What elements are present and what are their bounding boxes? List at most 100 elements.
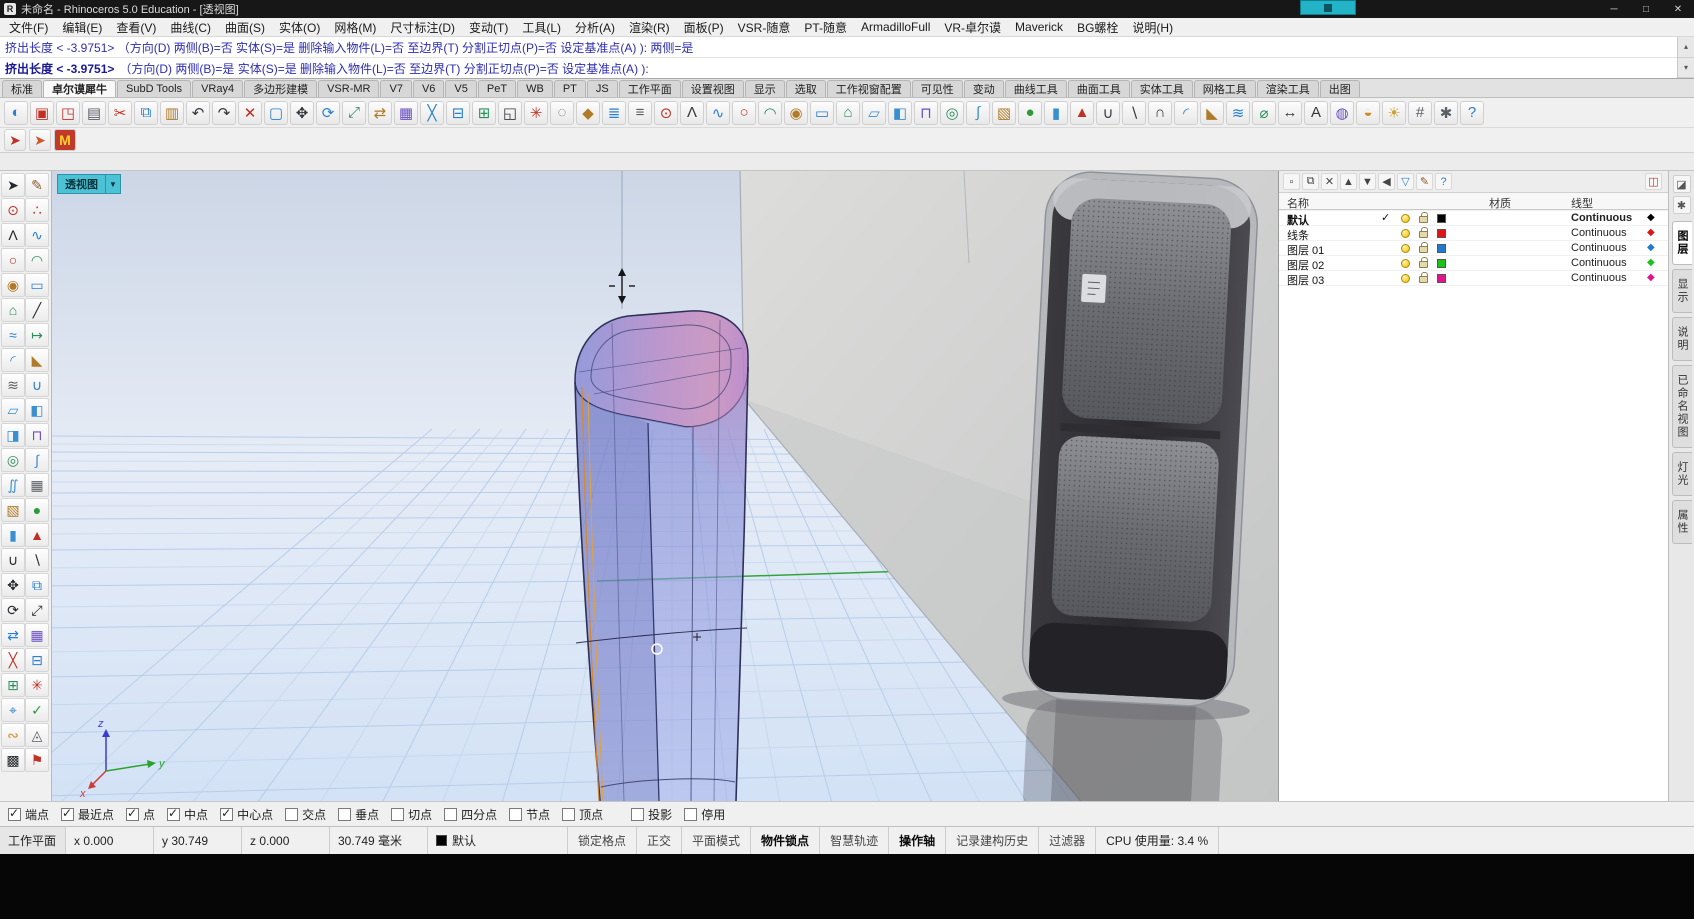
menu-item[interactable]: 实体(O) — [272, 18, 327, 37]
export-icon[interactable]: ◳ — [56, 100, 80, 125]
mirror-icon[interactable]: ⇄ — [368, 100, 392, 125]
current-layer-chip[interactable]: 默认 — [428, 827, 568, 854]
toolbar-tab[interactable]: 出图 — [1319, 80, 1360, 97]
array-icon[interactable]: ▦ — [394, 100, 418, 125]
toolbar-tab[interactable]: V7 — [380, 80, 412, 97]
boolean-union-icon[interactable]: ∪ — [1, 548, 25, 572]
undo-icon[interactable]: ↶ — [186, 100, 210, 125]
vsr-pointer-icon[interactable]: ➤ — [4, 129, 26, 151]
status-toggle[interactable]: 记录建构历史 — [946, 827, 1040, 854]
corner-surface-icon[interactable]: ◧ — [25, 398, 49, 422]
move-up-icon[interactable]: ▲ — [1340, 173, 1357, 190]
network-surface-icon[interactable]: ▦ — [25, 473, 49, 497]
layer-name[interactable]: 图层 03 — [1287, 272, 1324, 288]
toolbar-tab[interactable]: VSR-MR — [318, 80, 380, 97]
osnap-checkbox[interactable] — [509, 807, 523, 821]
material-icon[interactable]: ◒ — [1356, 100, 1380, 125]
menu-item[interactable]: 面板(P) — [677, 18, 731, 37]
point-icon[interactable]: ⊙ — [1, 198, 25, 222]
move-icon[interactable]: ✥ — [1, 573, 25, 597]
command-scrollbar[interactable] — [1677, 37, 1694, 78]
menu-item[interactable]: 查看(V) — [109, 18, 163, 37]
osnap-checkbox[interactable] — [391, 807, 405, 821]
layer-visibility-icon[interactable] — [1401, 214, 1410, 223]
copy-icon[interactable]: ⧉ — [134, 100, 158, 125]
delete-icon[interactable]: ✕ — [238, 100, 262, 125]
scale-icon[interactable]: ⤢ — [342, 100, 366, 125]
status-toggle[interactable]: 智慧轨迹 — [820, 827, 890, 854]
layer-linetype[interactable]: Continuous — [1571, 212, 1632, 224]
trim-icon[interactable]: ╳ — [1, 648, 25, 672]
scale-icon[interactable]: ⤢ — [25, 598, 49, 622]
layer-color-swatch[interactable] — [1437, 229, 1446, 238]
toolbar-tab[interactable]: 选取 — [785, 80, 826, 97]
layer-print-color-icon[interactable] — [1647, 227, 1655, 238]
layer-lock-icon[interactable] — [1419, 212, 1428, 223]
panel-tab[interactable]: 灯光 — [1671, 452, 1692, 496]
revolve-icon[interactable]: ◎ — [1, 448, 25, 472]
toolbar-tab[interactable]: SubD Tools — [117, 80, 192, 97]
osnap-toggle[interactable]: 节点 — [509, 806, 550, 823]
group-icon[interactable]: ◱ — [498, 100, 522, 125]
toolbar-tab[interactable]: 工作视窗配置 — [826, 80, 911, 97]
chamfer-curve-icon[interactable]: ◣ — [25, 348, 49, 372]
fillet-curve-icon[interactable]: ◜ — [1, 348, 25, 372]
offset-curve-icon[interactable]: ≋ — [1, 373, 25, 397]
layer-material-cell[interactable] — [1489, 242, 1549, 254]
viewport-perspective[interactable]: 透视图 ▼ z y x — [52, 171, 1278, 801]
close-button[interactable]: ✕ — [1662, 0, 1694, 18]
layer-color-swatch[interactable] — [1437, 214, 1446, 223]
explode-icon[interactable]: ✳ — [25, 673, 49, 697]
curvature-icon[interactable]: ∾ — [1, 723, 25, 747]
layer-linetype[interactable]: Continuous — [1571, 242, 1627, 254]
arc-icon[interactable]: ◠ — [758, 100, 782, 125]
maximize-button[interactable]: □ — [1630, 0, 1662, 18]
cplane-view-icon[interactable]: ◐ — [4, 100, 28, 125]
menu-item[interactable]: Maverick — [1008, 19, 1070, 35]
extrude-icon[interactable]: ⊓ — [914, 100, 938, 125]
toolbar-tab[interactable]: 渲染工具 — [1256, 80, 1319, 97]
panel-tab[interactable]: 显示 — [1671, 269, 1692, 313]
freeform-curve-icon[interactable]: ∿ — [25, 223, 49, 247]
rectangle-icon[interactable]: ▭ — [25, 273, 49, 297]
toolbar-tab[interactable]: 曲线工具 — [1004, 80, 1067, 97]
circle-icon[interactable]: ○ — [732, 100, 756, 125]
panel-tab[interactable]: 属性 — [1671, 500, 1692, 544]
select-all-icon[interactable]: ▢ — [264, 100, 288, 125]
toolbar-tab[interactable]: 变动 — [963, 80, 1004, 97]
redo-icon[interactable]: ↷ — [212, 100, 236, 125]
mirror-icon[interactable]: ⇄ — [1, 623, 25, 647]
filter-icon[interactable]: ▽ — [1397, 173, 1414, 190]
surface-icon[interactable]: ▱ — [862, 100, 886, 125]
layer-lock-icon[interactable] — [1419, 257, 1428, 268]
rotate-icon[interactable]: ⟳ — [1, 598, 25, 622]
select-pointer-icon[interactable]: ➤ — [1, 173, 25, 197]
options-icon[interactable]: ✱ — [1434, 100, 1458, 125]
status-toggle[interactable]: 操作轴 — [889, 827, 947, 854]
loft-icon[interactable]: ◧ — [888, 100, 912, 125]
join-icon[interactable]: ⊞ — [1, 673, 25, 697]
layer-print-color-icon[interactable] — [1647, 242, 1655, 253]
menu-item[interactable]: 编辑(E) — [55, 18, 109, 37]
osnap-checkbox[interactable] — [562, 807, 576, 821]
layer-print-color-icon[interactable] — [1647, 272, 1655, 283]
plane-surface-icon[interactable]: ▱ — [1, 398, 25, 422]
osnap-toggle[interactable]: 交点 — [285, 806, 326, 823]
minimize-button[interactable]: ─ — [1598, 0, 1630, 18]
toolbar-tab[interactable]: 多边形建模 — [244, 80, 318, 97]
layer-row[interactable]: 图层 01 ✓ Continuous — [1279, 241, 1668, 257]
trim-icon[interactable]: ╳ — [420, 100, 444, 125]
history-icon[interactable]: ⚑ — [25, 748, 49, 772]
help-icon[interactable]: ? — [1460, 100, 1484, 125]
layer-color-swatch[interactable] — [1437, 274, 1446, 283]
osnap-checkbox[interactable] — [444, 807, 458, 821]
viewport-title-tab[interactable]: 透视图 ▼ — [57, 174, 121, 194]
cplane-selector[interactable]: 工作平面 — [0, 827, 66, 854]
osnap-toggle[interactable]: 中点 — [167, 806, 208, 823]
hide-icon[interactable]: ◌ — [550, 100, 574, 125]
sweep1-icon[interactable]: ∫ — [25, 448, 49, 472]
toolbar-tab[interactable]: 工作平面 — [618, 80, 681, 97]
layer-lock-icon[interactable] — [1419, 242, 1428, 253]
toolbar-tab[interactable]: 实体工具 — [1130, 80, 1193, 97]
boolean-difference-icon[interactable]: ∖ — [1122, 100, 1146, 125]
